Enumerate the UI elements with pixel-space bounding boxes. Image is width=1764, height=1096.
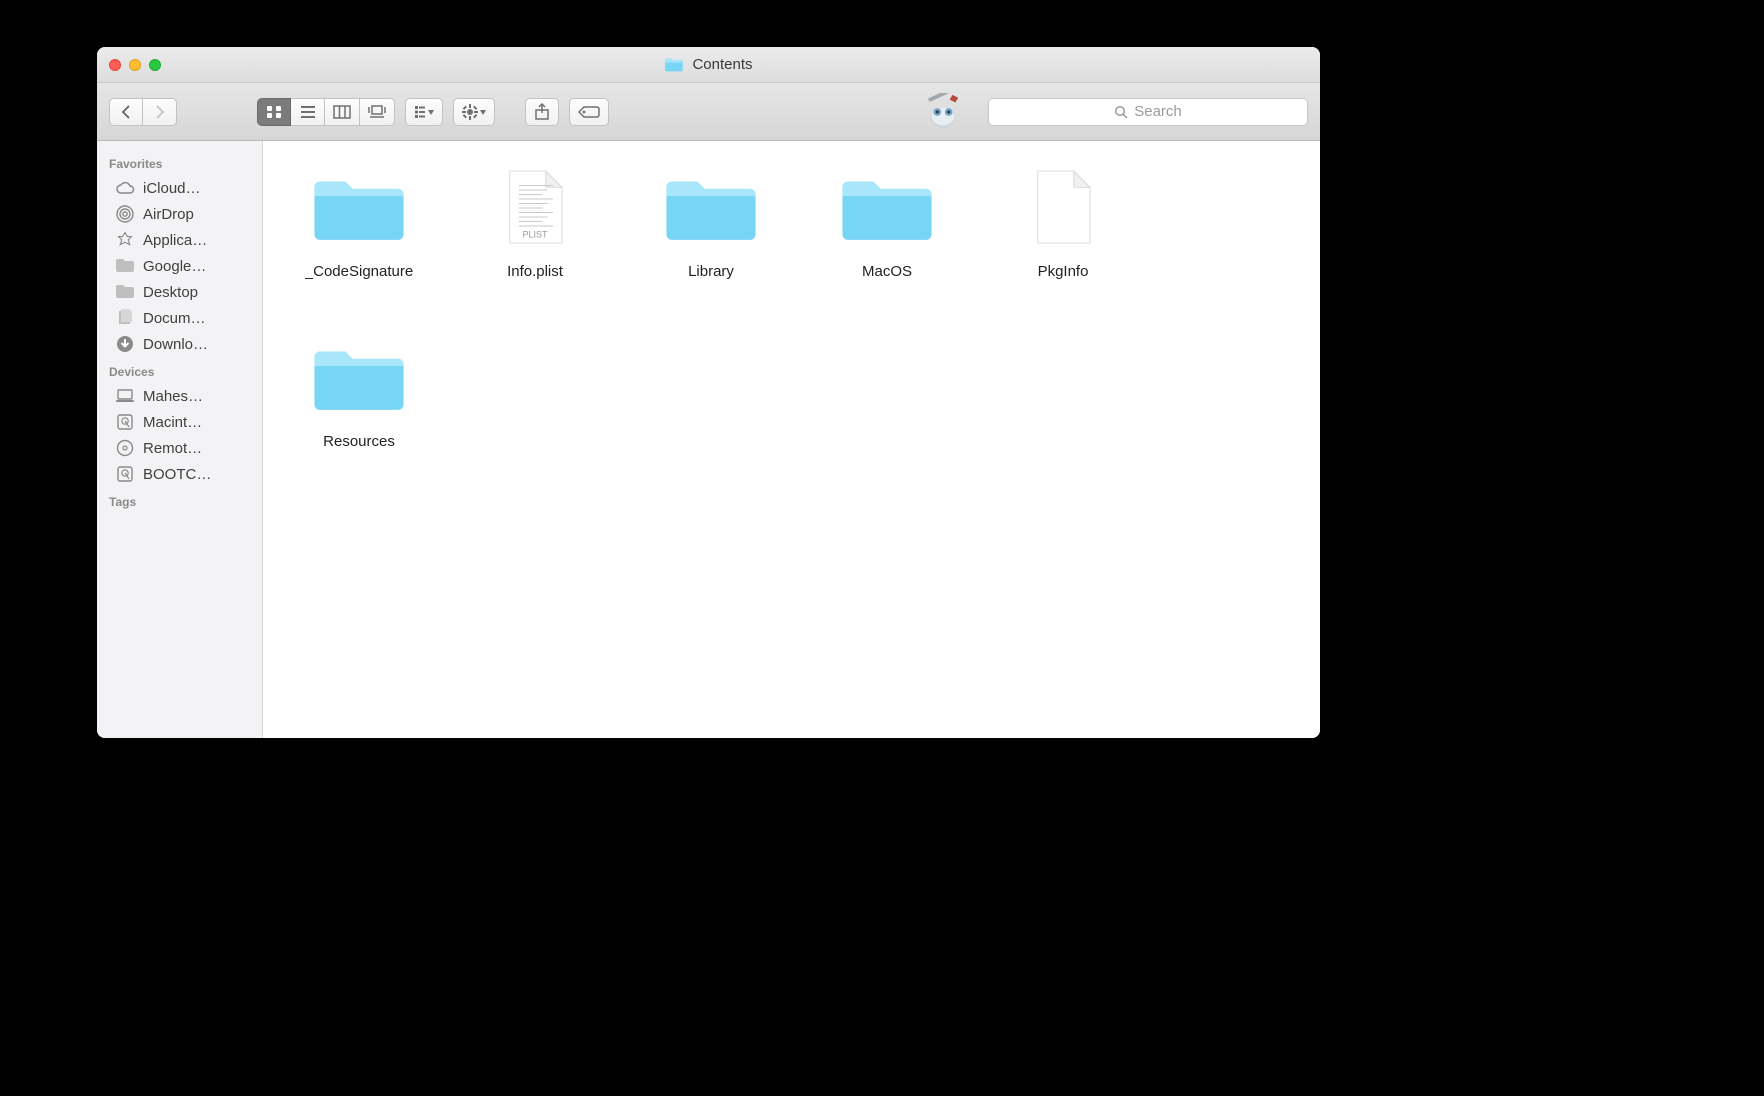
sidebar-section-favorites: Favorites — [97, 149, 262, 175]
search-placeholder: Search — [1134, 103, 1182, 120]
toolbar: Search — [97, 83, 1320, 141]
folder-item[interactable]: _CodeSignature — [271, 157, 447, 327]
close-window-button[interactable] — [109, 59, 121, 71]
sidebar-item-label: Macint… — [143, 414, 202, 431]
sidebar-item-label: AirDrop — [143, 206, 194, 223]
documents-icon — [115, 309, 135, 327]
sidebar-item-macintosh-hd[interactable]: Macint… — [97, 409, 262, 435]
folder-icon — [115, 283, 135, 301]
folder-item[interactable]: Resources — [271, 327, 447, 497]
forward-button[interactable] — [143, 98, 177, 126]
plist-icon: PLIST — [480, 163, 590, 253]
sidebar-item-icloud[interactable]: iCloud… — [97, 175, 262, 201]
column-view-button[interactable] — [325, 98, 360, 126]
sidebar-item-label: Google… — [143, 258, 206, 275]
applications-icon — [115, 231, 135, 249]
finder-window: Contents — [97, 47, 1320, 738]
laptop-icon — [115, 387, 135, 405]
folder-icon — [664, 57, 684, 73]
folder-icon — [304, 333, 414, 423]
sidebar-item-label: Desktop — [143, 284, 198, 301]
sidebar-item-downloads[interactable]: Downlo… — [97, 331, 262, 357]
tags-button[interactable] — [569, 98, 609, 126]
file-item[interactable]: PLIST Info.plist — [447, 157, 623, 327]
search-field[interactable]: Search — [988, 98, 1308, 126]
sidebar-item-label: Downlo… — [143, 336, 208, 353]
window-title-text: Contents — [692, 56, 752, 73]
nav-buttons — [109, 98, 177, 126]
item-label: Library — [688, 263, 734, 280]
sidebar-item-label: Remot… — [143, 440, 202, 457]
sidebar-item-google[interactable]: Google… — [97, 253, 262, 279]
back-button[interactable] — [109, 98, 143, 126]
arrange-button[interactable] — [405, 98, 443, 126]
file-item[interactable]: PkgInfo — [975, 157, 1151, 327]
maximize-window-button[interactable] — [149, 59, 161, 71]
content-area[interactable]: _CodeSignature PLIST Info.plist Library … — [263, 141, 1320, 738]
sidebar-item-documents[interactable]: Docum… — [97, 305, 262, 331]
hdd-icon — [115, 413, 135, 431]
view-buttons — [257, 98, 395, 126]
sidebar-item-applications[interactable]: Applica… — [97, 227, 262, 253]
titlebar: Contents — [97, 47, 1320, 83]
folder-item[interactable]: MacOS — [799, 157, 975, 327]
window-controls — [97, 59, 161, 71]
folder-item[interactable]: Library — [623, 157, 799, 327]
airdrop-icon — [115, 205, 135, 223]
sidebar: Favorites iCloud… AirDrop Applica… Googl… — [97, 141, 263, 738]
item-label: _CodeSignature — [305, 263, 413, 280]
icon-grid: _CodeSignature PLIST Info.plist Library … — [271, 157, 1312, 497]
sidebar-item-label: Docum… — [143, 310, 206, 327]
sidebar-item-label: BOOTC… — [143, 466, 211, 483]
search-icon — [1114, 105, 1128, 119]
share-button[interactable] — [525, 98, 559, 126]
file-icon — [1008, 163, 1118, 253]
folder-icon — [304, 163, 414, 253]
download-icon — [115, 335, 135, 353]
sidebar-item-airdrop[interactable]: AirDrop — [97, 201, 262, 227]
folder-icon — [656, 163, 766, 253]
coverflow-view-button[interactable] — [360, 98, 395, 126]
item-label: Resources — [323, 433, 395, 450]
optical-disc-icon — [115, 439, 135, 457]
sidebar-item-label: Applica… — [143, 232, 207, 249]
item-label: PkgInfo — [1038, 263, 1089, 280]
hdd-icon — [115, 465, 135, 483]
svg-text:PLIST: PLIST — [522, 230, 548, 240]
sidebar-item-bootcamp[interactable]: BOOTC… — [97, 461, 262, 487]
sidebar-item-laptop[interactable]: Mahes… — [97, 383, 262, 409]
item-label: MacOS — [862, 263, 912, 280]
folder-icon — [115, 257, 135, 275]
sidebar-item-label: iCloud… — [143, 180, 201, 197]
action-button[interactable] — [453, 98, 495, 126]
folder-icon — [832, 163, 942, 253]
cloud-icon — [115, 179, 135, 197]
list-view-button[interactable] — [291, 98, 325, 126]
sidebar-item-remote-disc[interactable]: Remot… — [97, 435, 262, 461]
sidebar-section-tags: Tags — [97, 487, 262, 513]
window-body: Favorites iCloud… AirDrop Applica… Googl… — [97, 141, 1320, 738]
item-label: Info.plist — [507, 263, 563, 280]
icon-view-button[interactable] — [257, 98, 291, 126]
window-title: Contents — [97, 56, 1320, 73]
sidebar-section-devices: Devices — [97, 357, 262, 383]
automator-icon[interactable] — [924, 93, 962, 131]
sidebar-item-label: Mahes… — [143, 388, 203, 405]
minimize-window-button[interactable] — [129, 59, 141, 71]
sidebar-item-desktop[interactable]: Desktop — [97, 279, 262, 305]
